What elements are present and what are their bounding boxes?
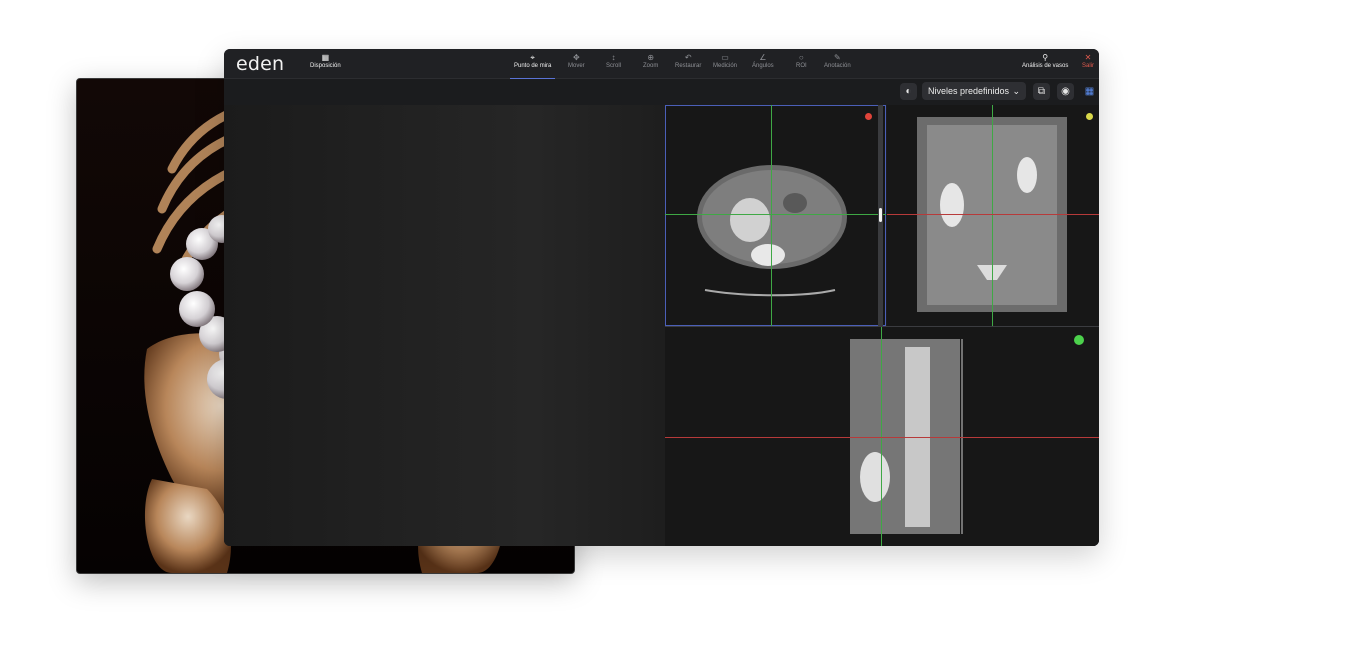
tool-label: Punto de mira bbox=[514, 63, 552, 69]
tool-label: Anotación bbox=[824, 63, 851, 69]
vessel-analysis-button[interactable]: ⚲ Análisis de vasos bbox=[1022, 53, 1068, 76]
tool-restore[interactable]: ↶ Restaurar bbox=[675, 53, 701, 76]
tool-label: Zoom bbox=[643, 63, 659, 69]
viewport-axial[interactable] bbox=[665, 105, 886, 326]
eye-icon: ◉ bbox=[1061, 86, 1070, 97]
axial-slice bbox=[697, 165, 847, 297]
contrast-button[interactable]: ◐ bbox=[900, 83, 917, 100]
layout-label: Disposición bbox=[310, 63, 341, 69]
exit-button[interactable]: ✕ Salir bbox=[1082, 53, 1094, 76]
vessel-label: Análisis de vasos bbox=[1022, 63, 1069, 69]
app-logo: eden bbox=[236, 53, 285, 75]
crosshair-horizontal bbox=[887, 214, 1099, 215]
preset-label: Niveles predefinidos bbox=[928, 86, 1010, 96]
viewport-coronal[interactable] bbox=[887, 105, 1099, 326]
tool-roi[interactable]: ○ ROI bbox=[796, 53, 807, 76]
resize-handle[interactable] bbox=[879, 208, 882, 222]
close-icon: ✕ bbox=[1084, 53, 1092, 62]
tool-move[interactable]: ✥ Mover bbox=[568, 53, 585, 76]
crosshair-horizontal bbox=[665, 214, 886, 215]
viewport-empty bbox=[224, 105, 665, 546]
crosshair-horizontal bbox=[665, 437, 1099, 438]
crosshair-vertical bbox=[771, 105, 772, 326]
tool-crosshair[interactable]: ⌖ Punto de mira bbox=[509, 53, 556, 80]
coronal-orientation-dot bbox=[1086, 113, 1093, 120]
visibility-button[interactable]: ◉ bbox=[1057, 83, 1074, 100]
layout-grid-button[interactable]: ▦ bbox=[1081, 83, 1098, 100]
vessel-icon: ⚲ bbox=[1042, 53, 1049, 62]
tool-label: Medición bbox=[713, 63, 738, 69]
axial-orientation-dot bbox=[865, 113, 872, 120]
tool-annotation[interactable]: ✎ Anotación bbox=[824, 53, 851, 76]
ruler-icon: ▭ bbox=[721, 53, 729, 62]
grid-layout-icon: ▦ bbox=[1084, 86, 1095, 97]
toolbar: eden ▦ Disposición ⌖ Punto de mira ✥ Mov… bbox=[224, 49, 1099, 80]
tool-label: Mover bbox=[568, 63, 585, 69]
layout-button[interactable]: ▦ Disposición bbox=[310, 53, 341, 76]
restore-icon: ↶ bbox=[684, 53, 692, 62]
tool-label: Ángulos bbox=[752, 63, 774, 69]
tool-label: Scroll bbox=[606, 63, 622, 69]
sagittal-orientation-dot bbox=[1074, 335, 1084, 345]
contrast-icon: ◐ bbox=[905, 86, 912, 97]
crosshair-vertical bbox=[992, 105, 993, 326]
zoom-icon: ⊕ bbox=[647, 53, 655, 62]
angle-icon: ∠ bbox=[759, 53, 767, 62]
layers-icon: ⧉ bbox=[1037, 86, 1046, 97]
viewer-window: eden ▦ Disposición ⌖ Punto de mira ✥ Mov… bbox=[224, 49, 1099, 546]
coronal-slice bbox=[917, 117, 1067, 312]
crosshair-icon: ⌖ bbox=[530, 53, 535, 62]
grid-icon: ▦ bbox=[321, 53, 330, 62]
preset-levels-dropdown[interactable]: Niveles predefinidos ⌄ bbox=[922, 82, 1026, 100]
scroll-icon: ↕ bbox=[611, 53, 616, 62]
copy-view-button[interactable]: ⧉ bbox=[1033, 83, 1050, 100]
viewport-sagittal[interactable] bbox=[665, 326, 1099, 546]
pencil-icon: ✎ bbox=[833, 53, 841, 62]
roi-circle-icon: ○ bbox=[798, 53, 804, 62]
chevron-down-icon: ⌄ bbox=[1012, 85, 1020, 96]
exit-label: Salir bbox=[1082, 63, 1095, 69]
move-icon: ✥ bbox=[572, 53, 580, 62]
tool-zoom[interactable]: ⊕ Zoom bbox=[643, 53, 658, 76]
tool-scroll[interactable]: ↕ Scroll bbox=[606, 53, 621, 76]
viewport-area bbox=[224, 105, 1099, 546]
tool-angles[interactable]: ∠ Ángulos bbox=[752, 53, 774, 76]
tool-label: Restaurar bbox=[675, 63, 702, 69]
tool-measure[interactable]: ▭ Medición bbox=[713, 53, 737, 76]
tool-label: ROI bbox=[796, 63, 807, 69]
